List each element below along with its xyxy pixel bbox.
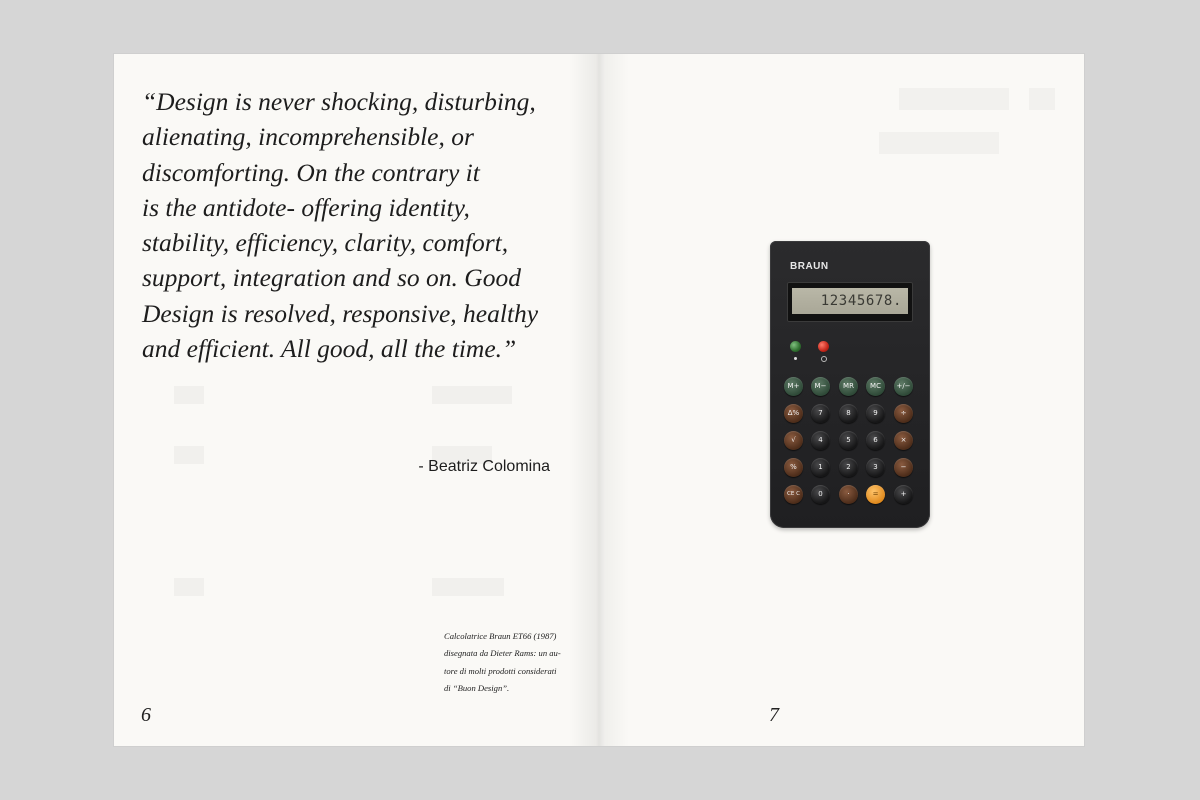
caption-line: disegnata da Dieter Rams: un au- — [444, 648, 561, 659]
book-spread: “Design is never shocking, disturbing, a… — [114, 54, 1084, 746]
calculator-keypad: M+ M− MR MC +/− Δ% 7 8 9 ÷ √ 4 5 6 × % 1 — [784, 377, 924, 517]
ring-icon — [821, 356, 827, 362]
key-decimal: · — [839, 485, 858, 504]
quote-line: “Design is never shocking, disturbing, — [142, 87, 536, 116]
key-8: 8 — [839, 404, 858, 423]
key-percent: % — [784, 458, 803, 477]
calculator-brand-logo: BRAUN — [790, 261, 829, 272]
key-mc: MC — [866, 377, 885, 396]
key-multiply: × — [894, 431, 913, 450]
red-indicator-icon — [818, 341, 829, 352]
key-m-minus: M− — [811, 377, 830, 396]
quote-line: Design is resolved, responsive, healthy — [142, 298, 539, 328]
show-through-mark — [174, 446, 204, 464]
dot-icon — [794, 357, 797, 360]
key-4: 4 — [811, 431, 830, 450]
key-3: 3 — [866, 458, 885, 477]
key-sqrt: √ — [784, 431, 803, 450]
key-7: 7 — [811, 404, 830, 423]
right-page: BRAUN 12345678. M+ M− MR MC +/− Δ% 7 8 9… — [599, 54, 1084, 746]
calculator-display-bezel: 12345678. — [787, 282, 913, 322]
quote-line: alienating, incomprehensible, or — [142, 122, 474, 152]
key-mr: MR — [839, 377, 858, 396]
key-m-plus: M+ — [784, 377, 803, 396]
key-9: 9 — [866, 404, 885, 423]
key-5: 5 — [839, 431, 858, 450]
show-through-mark — [1029, 88, 1055, 110]
show-through-mark — [174, 386, 204, 404]
key-ce-c: CE C — [784, 485, 803, 504]
key-plus: + — [894, 485, 913, 504]
key-6: 6 — [866, 431, 885, 450]
caption-line: di “Buon Design”. — [444, 683, 510, 694]
show-through-mark — [432, 386, 512, 404]
quote-line: stability, efficiency, clarity, comfort, — [142, 228, 509, 258]
page-number-left: 6 — [141, 704, 151, 726]
show-through-mark — [879, 132, 999, 154]
key-equals: = — [866, 485, 885, 504]
caption-line: tore di molti prodotti considerati — [444, 665, 557, 676]
quote-line: is the antidote- offering identity, — [142, 192, 470, 222]
calculator-display: 12345678. — [792, 288, 908, 314]
green-indicator-icon — [790, 341, 801, 352]
show-through-mark — [432, 578, 504, 596]
quote-line: support, integration and so on. Good — [142, 263, 521, 293]
key-minus: − — [894, 458, 913, 477]
key-delta-percent: Δ% — [784, 404, 803, 423]
key-sign: +/− — [894, 377, 913, 396]
image-caption: Calcolatrice Braun ET66 (1987) disegnata… — [444, 628, 561, 698]
calculator-image: BRAUN 12345678. M+ M− MR MC +/− Δ% 7 8 9… — [770, 241, 930, 528]
left-page: “Design is never shocking, disturbing, a… — [114, 54, 599, 746]
key-divide: ÷ — [894, 404, 913, 423]
key-0: 0 — [811, 485, 830, 504]
quote-line: discomforting. On the contrary it — [142, 157, 480, 187]
pull-quote: “Design is never shocking, disturbing, a… — [142, 84, 562, 366]
show-through-mark — [899, 88, 1009, 110]
key-2: 2 — [839, 458, 858, 477]
show-through-mark — [174, 578, 204, 596]
caption-line: Calcolatrice Braun ET66 (1987) — [444, 631, 557, 641]
quote-line: and efficient. All good, all the time.” — [142, 334, 517, 364]
key-1: 1 — [811, 458, 830, 477]
quote-author: - Beatriz Colomina — [418, 458, 550, 475]
page-number-right: 7 — [769, 704, 779, 726]
